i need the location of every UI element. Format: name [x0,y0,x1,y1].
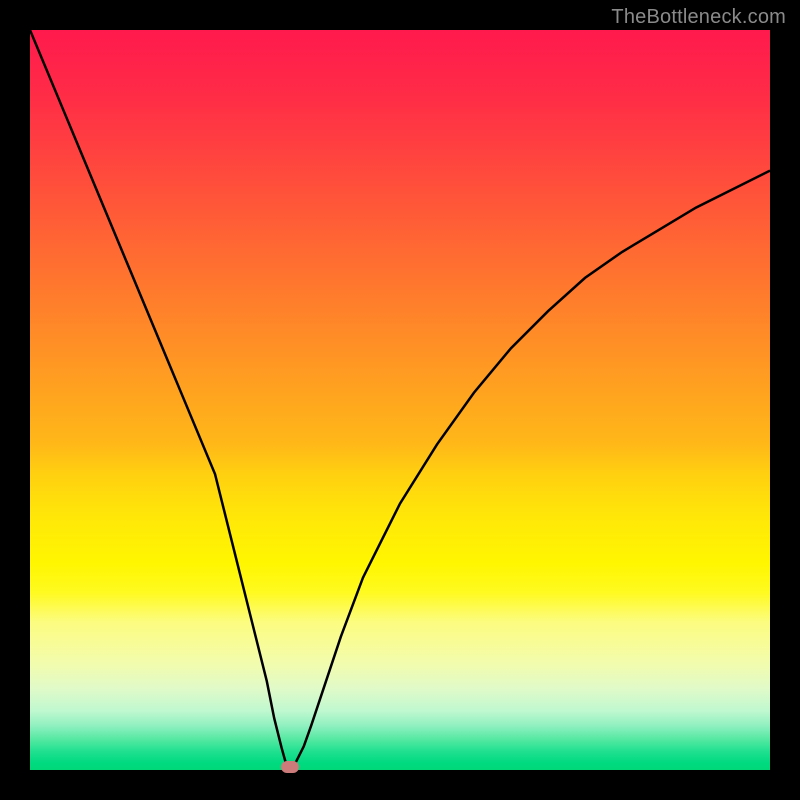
plot-area [30,30,770,770]
chart-frame: TheBottleneck.com [0,0,800,800]
bottleneck-curve [30,30,770,770]
watermark-text: TheBottleneck.com [611,6,786,29]
bottleneck-marker [281,761,299,773]
